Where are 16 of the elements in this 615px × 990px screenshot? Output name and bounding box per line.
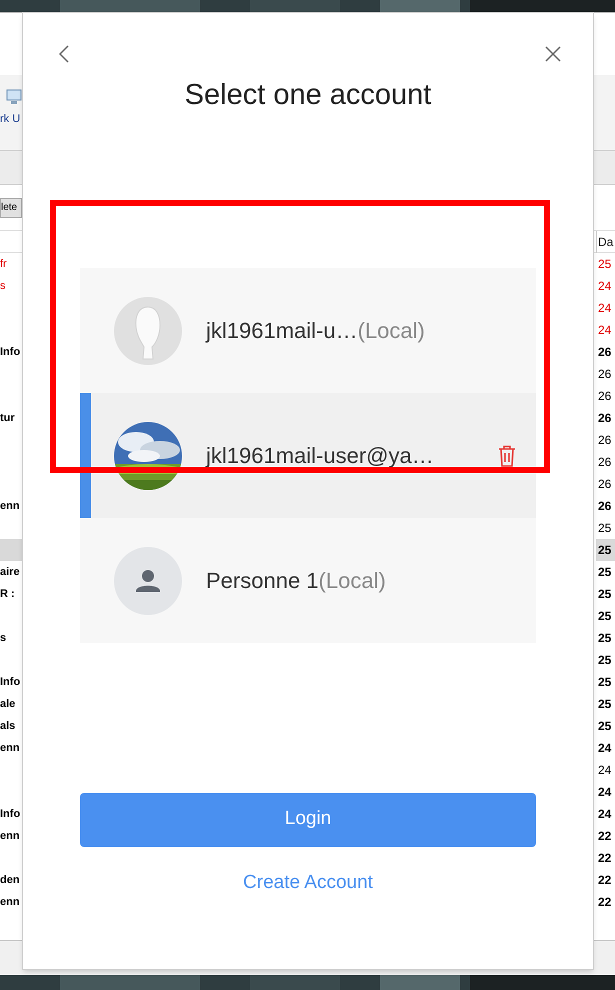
account-name: Personne 1(Local) [206, 567, 387, 595]
computer-icon[interactable] [6, 89, 22, 105]
mannequin-avatar-icon [114, 296, 182, 364]
account-row[interactable]: Personne 1(Local) [80, 518, 536, 643]
toolbar-label[interactable]: rk U [0, 111, 20, 128]
account-row[interactable]: jkl1961mail-user@ya… [80, 393, 536, 518]
back-icon[interactable] [59, 45, 69, 63]
close-icon[interactable] [545, 46, 561, 62]
delete-button[interactable]: lete [0, 198, 22, 218]
dialog-title: Select one account [184, 78, 432, 113]
table-cell: 25 [596, 539, 615, 561]
person-avatar-icon [114, 546, 182, 614]
account-name: jkl1961mail-u…(Local) [206, 317, 426, 345]
account-row[interactable]: jkl1961mail-u…(Local) [80, 268, 536, 393]
trash-icon[interactable] [498, 444, 516, 466]
account-name: jkl1961mail-user@ya… [206, 442, 435, 470]
